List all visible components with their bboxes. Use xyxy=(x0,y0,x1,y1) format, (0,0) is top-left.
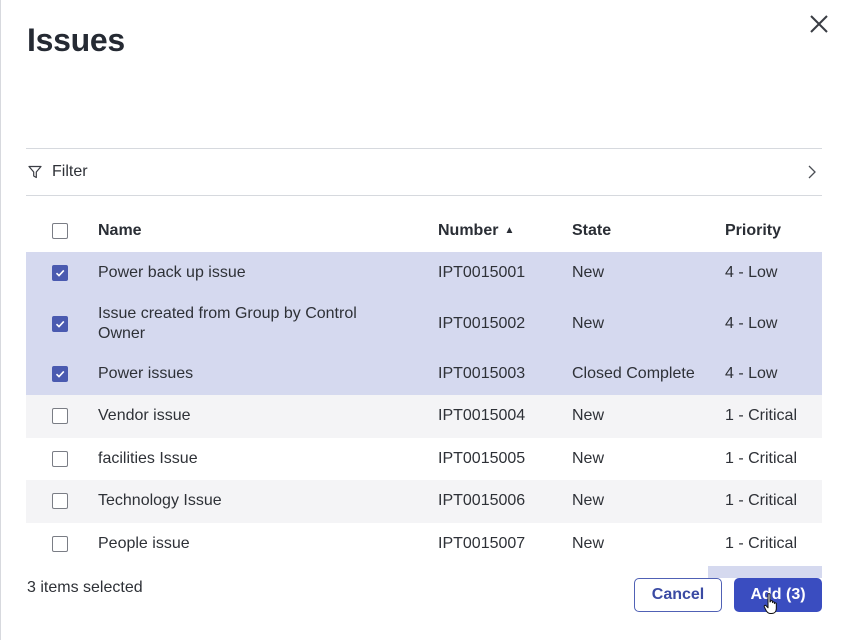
checkmark-icon xyxy=(55,370,65,378)
row-priority: 4 - Low xyxy=(725,364,778,382)
row-priority: 4 - Low xyxy=(725,264,778,282)
row-name: Power issues xyxy=(98,364,194,382)
close-icon xyxy=(810,15,828,33)
row-state: New xyxy=(572,407,605,425)
table-row[interactable]: facilities Issue IPT0015005 New 1 - Crit… xyxy=(26,438,822,481)
row-checkbox[interactable] xyxy=(52,535,68,552)
table-row[interactable]: Vendor issue IPT0015004 New 1 - Critical xyxy=(26,395,822,438)
filter-label: Filter xyxy=(52,163,88,180)
table-row[interactable]: Power issues IPT0015003 Closed Complete … xyxy=(26,352,822,395)
row-checkbox[interactable] xyxy=(52,493,68,510)
row-number: IPT0015007 xyxy=(438,534,526,552)
row-name: Technology Issue xyxy=(98,492,222,510)
table-row[interactable]: Power back up issue IPT0015001 New 4 - L… xyxy=(26,252,822,295)
row-priority: 1 - Critical xyxy=(725,492,798,510)
row-name: Vendor issue xyxy=(98,407,191,425)
column-header-priority[interactable]: Priority xyxy=(725,222,822,240)
chevron-right-icon[interactable] xyxy=(804,163,820,181)
table-header: Name Number ▲ State Priority xyxy=(26,210,822,252)
checkmark-icon xyxy=(55,320,65,328)
row-name: People issue xyxy=(98,534,190,552)
row-state: Closed Complete xyxy=(572,364,695,382)
row-state: New xyxy=(572,492,605,510)
row-checkbox[interactable] xyxy=(52,450,68,467)
row-priority: 4 - Low xyxy=(725,314,778,332)
table-row[interactable]: People issue IPT0015007 New 1 - Critical xyxy=(26,523,822,566)
row-number: IPT0015001 xyxy=(438,264,526,282)
row-state: New xyxy=(572,314,605,332)
row-state: New xyxy=(572,534,605,552)
issues-table: Name Number ▲ State Priority Power back u… xyxy=(26,210,822,565)
hand-cursor-icon xyxy=(763,593,777,614)
row-state: New xyxy=(572,264,605,282)
row-name: facilities Issue xyxy=(98,449,198,467)
column-header-number[interactable]: Number ▲ xyxy=(438,222,572,240)
close-button[interactable] xyxy=(806,11,832,37)
issues-dialog: Issues Filter Name Number ▲ State Priori… xyxy=(0,0,846,640)
row-priority: 1 - Critical xyxy=(725,407,798,425)
row-priority: 1 - Critical xyxy=(725,449,798,467)
column-header-state[interactable]: State xyxy=(572,222,725,240)
selection-count: 3 items selected xyxy=(27,579,143,596)
row-checkbox[interactable] xyxy=(52,408,68,425)
cancel-button[interactable]: Cancel xyxy=(634,578,722,612)
row-number: IPT0015002 xyxy=(438,314,526,332)
filter-bar[interactable]: Filter xyxy=(26,148,822,196)
row-number: IPT0015003 xyxy=(438,364,526,382)
row-state: New xyxy=(572,449,605,467)
row-number: IPT0015005 xyxy=(438,449,526,467)
row-number: IPT0015006 xyxy=(438,492,526,510)
dialog-title: Issues xyxy=(27,22,125,58)
next-row-peek xyxy=(708,566,822,578)
row-priority: 1 - Critical xyxy=(725,534,798,552)
checkmark-icon xyxy=(55,270,65,277)
row-name: Power back up issue xyxy=(98,264,246,282)
select-all-checkbox[interactable] xyxy=(52,223,68,239)
table-row[interactable]: Issue created from Group by Control Owne… xyxy=(26,294,822,353)
filter-icon xyxy=(28,165,42,179)
row-checkbox[interactable] xyxy=(52,265,68,282)
column-header-number-label: Number xyxy=(438,222,499,239)
table-row[interactable]: Technology Issue IPT0015006 New 1 - Crit… xyxy=(26,480,822,523)
row-checkbox[interactable] xyxy=(52,365,68,382)
sort-ascending-icon: ▲ xyxy=(504,225,515,236)
row-name: Issue created from Group by Control Owne… xyxy=(98,304,357,342)
row-number: IPT0015004 xyxy=(438,407,526,425)
row-checkbox[interactable] xyxy=(52,315,68,332)
column-header-name[interactable]: Name xyxy=(98,221,438,241)
